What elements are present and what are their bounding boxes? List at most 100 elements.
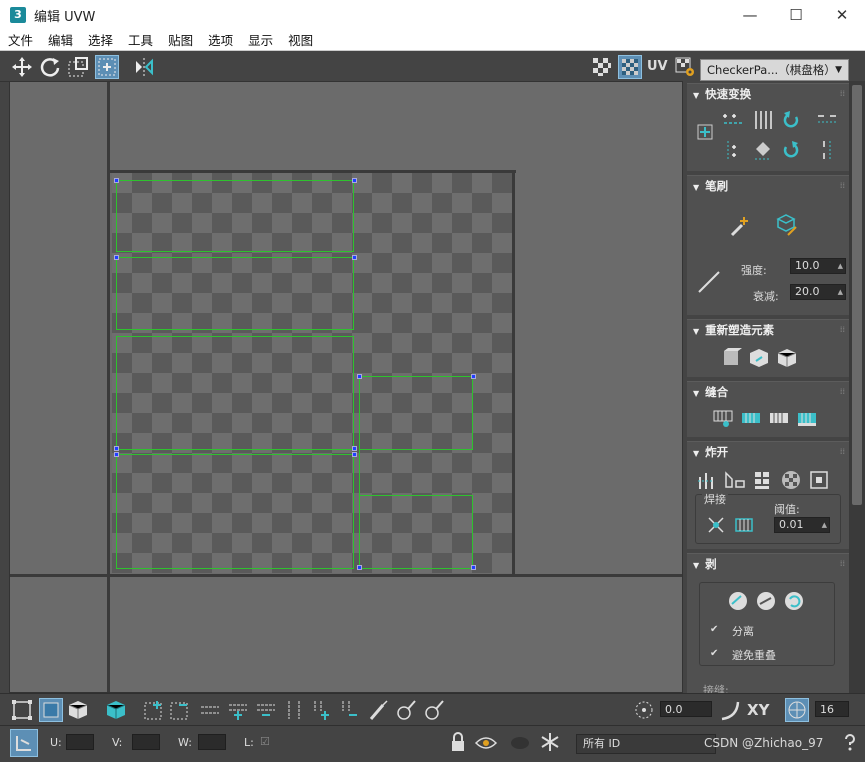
rotation-spinner[interactable]: 0.0 [660,701,712,717]
help-icon[interactable] [838,730,862,754]
detach-checkbox[interactable]: ✔ [710,625,720,635]
paint-select-shrink-icon[interactable] [422,698,446,722]
menu-display[interactable]: 显示 [240,30,280,51]
material-id-select[interactable]: 所有 ID [576,734,716,754]
uv-vertex[interactable] [114,255,119,260]
loop-shrink-icon[interactable] [254,698,278,722]
rotate-icon[interactable] [38,55,62,79]
vertex-mode-icon[interactable] [10,698,34,722]
uv-island[interactable] [359,376,473,450]
hide-selection-icon[interactable] [508,730,532,754]
move-icon[interactable] [10,55,34,79]
loop-select-icon[interactable] [198,698,222,722]
section-header[interactable]: ▼ 炸开 [687,442,849,462]
select-element-icon[interactable] [104,698,128,722]
menu-view[interactable]: 视图 [280,30,320,51]
uv-vertex[interactable] [352,452,357,457]
absolute-offset-toggle-icon[interactable] [10,729,38,757]
uv-vertex[interactable] [357,565,362,570]
avoid-overlap-checkbox[interactable]: ✔ [710,649,720,659]
show-map-icon[interactable] [590,55,614,79]
close-button[interactable]: ✕ [819,0,865,30]
ring-shrink-icon[interactable] [338,698,362,722]
minimize-button[interactable]: — [727,0,773,30]
quick-peel-icon[interactable] [726,589,750,613]
weld-target-icon[interactable] [732,513,756,537]
uv-vertex[interactable] [471,565,476,570]
panel-scrollbar[interactable] [849,81,865,693]
straighten-selection-icon[interactable] [719,346,743,370]
uv-island[interactable] [116,336,354,450]
loop-grow-icon[interactable] [226,698,250,722]
align-vertical-lines-icon[interactable] [751,108,775,132]
visibility-icon[interactable] [474,730,498,754]
section-header[interactable]: ▼ 快速变换 [687,84,849,104]
texture-settings-icon[interactable] [673,55,697,79]
uv-island[interactable] [116,257,354,330]
w-field[interactable] [198,734,226,750]
uv-vertex[interactable] [352,178,357,183]
element-mode-icon[interactable] [66,698,90,722]
lock-icon[interactable] [446,730,470,754]
straighten-icon[interactable] [751,138,775,162]
snap-curve-icon[interactable] [718,698,742,722]
space-horizontal-icon[interactable] [815,108,839,132]
ring-grow-icon[interactable] [310,698,334,722]
section-header[interactable]: ▼ 缝合 [687,382,849,402]
stitch-to-source-icon[interactable] [739,406,763,430]
paint-select-icon[interactable] [366,698,390,722]
grow-selection-icon[interactable] [142,698,166,722]
align-horizontal-icon[interactable] [721,108,745,132]
menu-select[interactable]: 选择 [80,30,120,51]
set-pivot-icon[interactable] [693,120,717,144]
uv-vertex[interactable] [471,374,476,379]
falloff-curve-icon[interactable] [695,268,723,296]
ring-select-icon[interactable] [282,698,306,722]
stitch-custom-icon[interactable] [711,406,735,430]
uv-viewport[interactable] [9,81,683,693]
uv-vertex[interactable] [114,446,119,451]
flatten-checker-icon[interactable] [779,468,803,492]
section-header[interactable]: ▼ 笔刷 [687,176,849,196]
uv-island[interactable] [116,180,354,252]
uv-island[interactable] [359,495,473,569]
stitch-to-target-icon[interactable] [795,406,819,430]
relax-icon[interactable] [747,346,771,370]
paint-move-icon[interactable] [727,212,755,240]
flatten-by-smoothing-icon[interactable] [807,468,831,492]
threshold-spinner[interactable]: 0.01 ▲ [774,517,830,533]
section-header[interactable]: ▼ 重新塑造元素 [687,320,849,340]
uv-vertex[interactable] [352,446,357,451]
uv-vertex[interactable] [352,255,357,260]
strength-spinner[interactable]: 10.0 ▲ [790,258,846,274]
v-field[interactable] [132,734,160,750]
peel-mode-icon[interactable] [754,589,778,613]
uv-island[interactable] [116,454,354,569]
checker-display-icon[interactable] [618,55,642,79]
l-checkbox[interactable]: ☑ [260,735,270,748]
align-plus-icon[interactable] [721,138,745,162]
uv-label[interactable]: UV [647,59,668,74]
menu-options[interactable]: 选项 [200,30,240,51]
peel-reset-icon[interactable] [782,589,806,613]
menu-edit[interactable]: 编辑 [40,30,80,51]
freeze-icon[interactable] [538,730,562,754]
space-vertical-icon[interactable] [815,138,839,162]
maximize-button[interactable]: ☐ [773,0,819,30]
section-header[interactable]: ▼ 剥 [687,554,849,574]
freeform-icon[interactable] [95,55,119,79]
relax-brush-icon[interactable] [771,212,799,240]
stitch-average-icon[interactable] [767,406,791,430]
rotate-cw-icon[interactable] [779,138,803,162]
scrollbar-thumb[interactable] [852,85,862,505]
mirror-icon[interactable] [132,55,156,79]
menu-tools[interactable]: 工具 [120,30,160,51]
u-field[interactable] [66,734,94,750]
menu-mapping[interactable]: 贴图 [160,30,200,51]
grid-snap-icon[interactable] [785,698,809,722]
uv-vertex[interactable] [114,178,119,183]
break-icon[interactable] [695,468,719,492]
relax-cube-icon[interactable] [775,346,799,370]
grid-size-spinner[interactable]: 16 [815,701,849,717]
scale-icon[interactable] [66,55,90,79]
